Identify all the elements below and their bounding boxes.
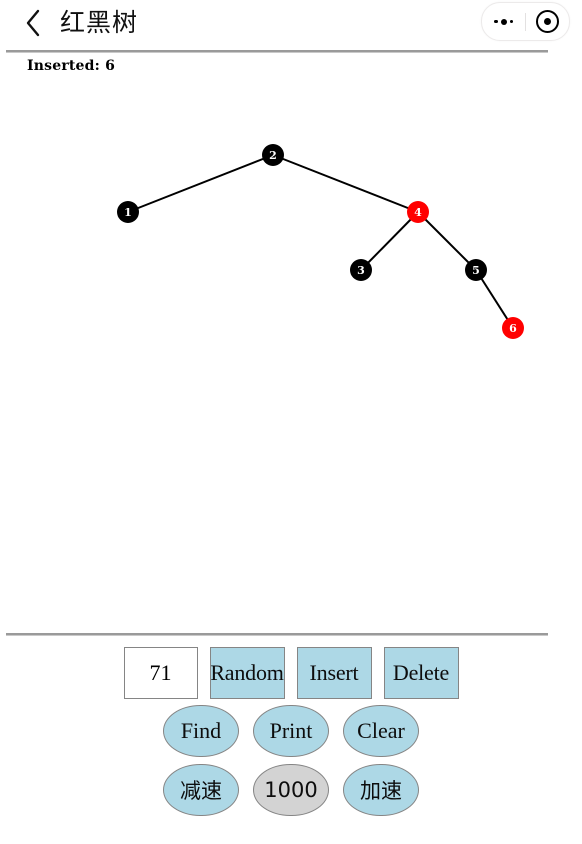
tree-node-label: 1 <box>124 206 132 219</box>
tree-node[interactable]: 6 <box>502 317 524 339</box>
find-button[interactable]: Find <box>163 704 239 757</box>
tree-node-label: 5 <box>472 264 480 277</box>
target-circle-icon[interactable] <box>526 3 569 40</box>
print-button[interactable]: Print <box>253 704 329 757</box>
controls-panel: 71 Random Insert Delete Find Print Clear… <box>0 645 582 844</box>
value-input[interactable]: 71 <box>123 647 198 699</box>
delete-button[interactable]: Delete <box>383 647 459 699</box>
more-dots-icon[interactable] <box>482 3 525 40</box>
tree-node[interactable]: 4 <box>407 201 429 223</box>
clear-button[interactable]: Clear <box>343 704 419 757</box>
insert-button[interactable]: Insert <box>296 647 372 699</box>
tree-node[interactable]: 3 <box>350 259 372 281</box>
tree-node[interactable]: 2 <box>262 144 284 166</box>
speed-value-display: 1000 <box>253 763 329 816</box>
tree-edge <box>417 211 477 271</box>
tree-node[interactable]: 1 <box>117 201 139 223</box>
controls-row-secondary: Find Print Clear <box>0 701 582 760</box>
tree-node-label: 2 <box>269 149 277 162</box>
page-title: 红黑树 <box>60 8 139 37</box>
red-black-tree-graph: 2 1 4 3 5 6 <box>117 144 524 339</box>
header-divider <box>6 50 548 53</box>
back-button[interactable] <box>16 4 50 42</box>
controls-row-speed: 减速 1000 加速 <box>0 760 582 819</box>
status-text: Inserted: 6 <box>27 58 116 74</box>
controls-divider <box>6 633 548 636</box>
tree-node-label: 6 <box>509 322 517 335</box>
navbar: 红黑树 <box>0 0 582 52</box>
slow-down-button[interactable]: 减速 <box>163 763 239 816</box>
tree-canvas: 2 1 4 3 5 6 <box>0 80 582 630</box>
tree-node-label: 4 <box>414 206 422 219</box>
tree-edge <box>272 154 419 213</box>
mini-program-capsule <box>481 2 570 41</box>
random-button[interactable]: Random <box>209 647 285 699</box>
chevron-left-icon <box>24 8 42 38</box>
speed-up-button[interactable]: 加速 <box>343 763 419 816</box>
tree-edge <box>360 211 419 271</box>
controls-row-primary: 71 Random Insert Delete <box>0 645 582 701</box>
tree-edge <box>127 154 274 213</box>
tree-node[interactable]: 5 <box>465 259 487 281</box>
tree-node-label: 3 <box>357 264 365 277</box>
